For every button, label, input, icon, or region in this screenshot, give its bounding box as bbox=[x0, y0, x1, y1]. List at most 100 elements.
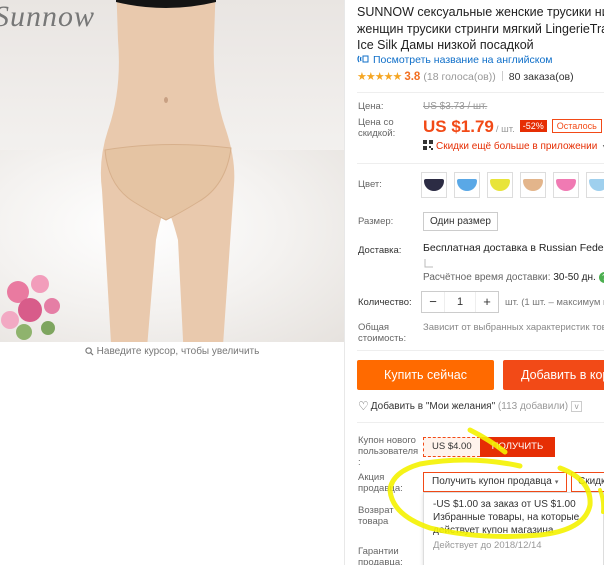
shipping-label: Доставка: bbox=[358, 245, 402, 256]
return-label-1: Возврат bbox=[358, 505, 394, 516]
help-icon[interactable]: ? bbox=[598, 272, 604, 283]
rating-votes-link[interactable]: (18 голоса(ов)) bbox=[423, 71, 495, 83]
wishlist-link[interactable]: ♡ Добавить в "Мои желания" (113 добавили)… bbox=[358, 399, 583, 413]
swatch-fill bbox=[424, 179, 444, 191]
seller-coupon-text: Получить купон продавца bbox=[432, 476, 552, 487]
zoom-hint: Наведите курсор, чтобы увеличить bbox=[0, 346, 344, 357]
rating-stars-icon: ★★★★★ bbox=[357, 71, 402, 83]
seller-coupon-dropdown: -US $1.00 за заказ от US $1.00 Избранные… bbox=[423, 492, 604, 565]
coupon-expiry: Действует до 2018/12/14 bbox=[433, 540, 542, 551]
quantity-label: Количество: bbox=[358, 297, 412, 308]
add-to-cart-button[interactable]: Добавить в корз bbox=[503, 360, 604, 390]
size-label: Размер: bbox=[358, 216, 394, 227]
color-swatch-4[interactable] bbox=[520, 172, 546, 198]
product-image[interactable]: Sunnow bbox=[0, 0, 344, 342]
swatch-fill bbox=[589, 179, 604, 191]
quantity-plus-button[interactable]: + bbox=[476, 292, 498, 312]
swatch-fill bbox=[523, 179, 543, 191]
translate-text: Посмотреть название на английском bbox=[373, 54, 553, 66]
rating-row: ★★★★★ 3.8 (18 голоса(ов)) 80 заказа(ов) bbox=[357, 70, 574, 83]
brand-watermark: Sunnow bbox=[0, 0, 96, 33]
total-note: Зависит от выбранных характеристик това bbox=[423, 322, 604, 333]
shipping-estimate-value: 30-50 дн. bbox=[553, 272, 596, 283]
seller-promo-label-1: Акция bbox=[358, 472, 385, 483]
magnifier-icon bbox=[85, 347, 94, 356]
quantity-stepper: − 1 + bbox=[421, 291, 499, 313]
swatch-fill bbox=[490, 179, 510, 191]
return-label: Возврат товара bbox=[358, 505, 394, 527]
translate-link[interactable]: Посмотреть название на английском bbox=[357, 54, 553, 66]
guarantee-label: Гарантии продавца: bbox=[358, 546, 403, 565]
coupon-scope: Избранные товары, на которые действует к… bbox=[433, 512, 580, 536]
guarantee-label-1: Гарантии bbox=[358, 546, 399, 557]
new-user-coupon-label-2: пользователя bbox=[358, 446, 419, 457]
remaining-badge: Осталось bbox=[551, 119, 602, 133]
quantity-minus-button[interactable]: − bbox=[422, 292, 444, 312]
app-promo-link[interactable]: Скидки ещё больше в приложении▼ bbox=[423, 140, 604, 152]
product-page: Sunnow Наведите курсор, чтобы увеличить … bbox=[0, 0, 604, 565]
quantity-note: шт. (1 шт. – максимум на bbox=[505, 297, 604, 308]
total-label-line2: стоимость: bbox=[358, 333, 407, 344]
model-figure bbox=[100, 0, 235, 342]
color-label: Цвет: bbox=[358, 179, 382, 190]
heart-icon: ♡ bbox=[358, 399, 369, 413]
translate-icon bbox=[357, 55, 369, 63]
wishlist-text: Добавить в "Мои желания" bbox=[370, 401, 496, 412]
triangle-down-icon: ▾ bbox=[554, 479, 559, 486]
shipping-estimate: Расчётное время доставки: 30-50 дн.? bbox=[423, 272, 604, 283]
swatch-fill bbox=[556, 179, 576, 191]
divider bbox=[357, 163, 604, 164]
title-line-1: SUNNOW сексуальные женские трусики нижн bbox=[357, 5, 604, 19]
divider bbox=[357, 422, 604, 423]
shipping-estimate-label: Расчётное время доставки: bbox=[423, 272, 551, 283]
buy-now-button[interactable]: Купить сейчас bbox=[357, 360, 494, 390]
new-user-coupon-label-1: Купон нового bbox=[358, 435, 416, 446]
color-swatch-3[interactable] bbox=[487, 172, 513, 198]
app-promo-text: Скидки ещё больше в приложении bbox=[436, 141, 598, 152]
new-user-coupon-label: Купон нового пользователя : bbox=[358, 435, 418, 468]
return-label-2: товара bbox=[358, 516, 389, 527]
size-option-button[interactable]: Один размер bbox=[423, 212, 498, 231]
new-user-coupon-label-3: : bbox=[358, 457, 361, 468]
price-row: US $1.79/ шт. -52% Осталось bbox=[423, 117, 602, 137]
title-line-2: женщин трусики стринги мягкий LingerieTr… bbox=[357, 21, 604, 36]
color-swatch-2[interactable] bbox=[454, 172, 480, 198]
delivery-tree-icon bbox=[424, 259, 433, 268]
color-swatches bbox=[421, 172, 604, 203]
divider bbox=[357, 92, 604, 93]
zoom-hint-text: Наведите курсор, чтобы увеличить bbox=[96, 346, 260, 357]
chevron-down-icon[interactable]: v bbox=[571, 401, 583, 412]
discount-price-label: Цена со скидкой: bbox=[358, 117, 396, 139]
rating-score: 3.8 bbox=[404, 71, 421, 83]
divider bbox=[357, 350, 604, 351]
product-title: SUNNOW сексуальные женские трусики нижн … bbox=[357, 4, 604, 54]
orders-count: 80 заказа(ов) bbox=[508, 71, 574, 83]
coupon-condition: -US $1.00 за заказ от US $1.00 bbox=[433, 499, 576, 510]
wishlist-count: (113 добавили) bbox=[497, 401, 569, 412]
column-divider bbox=[344, 0, 345, 565]
old-price: US $3.73 / шт. bbox=[423, 101, 488, 112]
color-swatch-5[interactable] bbox=[553, 172, 579, 198]
quantity-input[interactable]: 1 bbox=[444, 292, 476, 312]
discount-badge: -52% bbox=[519, 120, 547, 132]
total-label: Общая стоимость: bbox=[358, 322, 406, 344]
new-user-coupon: US $4.00 ПОЛУЧИТЬ bbox=[423, 437, 556, 457]
guarantee-label-2: продавца: bbox=[358, 557, 403, 565]
rating-separator bbox=[501, 71, 503, 81]
color-swatch-6[interactable] bbox=[586, 172, 604, 198]
title-line-3: Ice Silk Дамы низкой посадкой bbox=[357, 38, 534, 52]
shipping-method[interactable]: Бесплатная доставка в Russian Federati bbox=[423, 242, 604, 254]
color-swatch-1[interactable] bbox=[421, 172, 447, 198]
flowers-decoration bbox=[1, 275, 60, 340]
price-label: Цена: bbox=[358, 101, 384, 112]
swatch-fill bbox=[457, 179, 477, 191]
price-unit: / шт. bbox=[495, 124, 515, 135]
total-label-line1: Общая bbox=[358, 322, 390, 333]
get-coupon-button[interactable]: ПОЛУЧИТЬ bbox=[479, 437, 556, 457]
seller-coupon-button[interactable]: Получить купон продавца ▾ bbox=[423, 472, 568, 492]
seller-promo-label-2: продавца: bbox=[358, 483, 403, 494]
seller-discount-button[interactable]: Скидк bbox=[571, 472, 604, 492]
seller-promo-label: Акция продавца: bbox=[358, 472, 403, 494]
qr-code-icon bbox=[423, 140, 433, 150]
new-user-coupon-value: US $4.00 bbox=[423, 437, 480, 457]
